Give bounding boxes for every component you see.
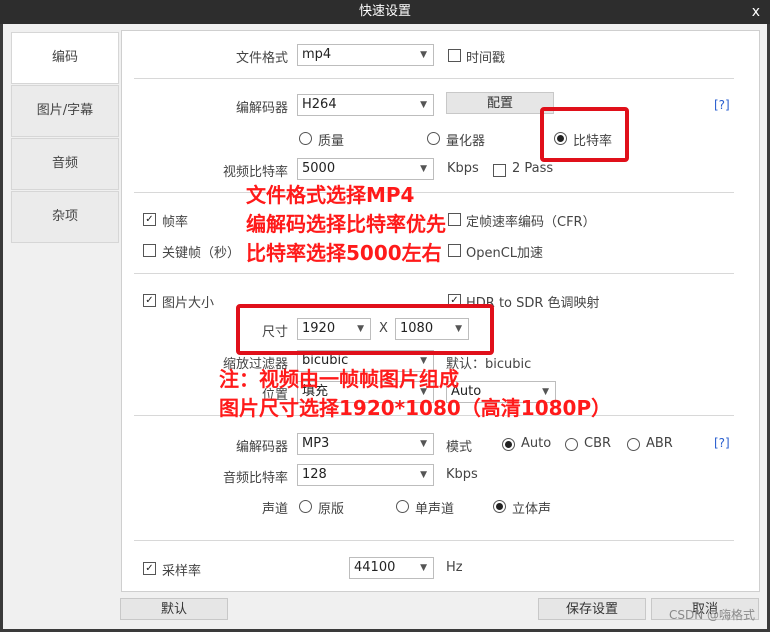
quantizer-radio[interactable] (427, 132, 440, 145)
chevron-down-icon: ▼ (420, 563, 427, 573)
default-button[interactable]: 默认 (120, 598, 228, 620)
picture-size-checkbox[interactable]: ✓ (143, 294, 156, 307)
sidebar-item-picture-subtitle[interactable]: 图片/字幕 (11, 85, 119, 137)
sidebar-item-audio[interactable]: 音频 (11, 138, 119, 190)
title-bar: 快速设置 x (0, 0, 770, 24)
audio-bitrate-label: 音频比特率 (222, 471, 288, 486)
samplerate-label: 采样率 (162, 564, 202, 579)
annotation-line-2: 编解码选择比特率优先 (246, 212, 446, 236)
format-label: 文件格式 (235, 51, 288, 66)
format-value: mp4 (302, 47, 332, 62)
annotation-line-5: 图片尺寸选择1920*1080（高清1080P） (219, 396, 612, 420)
opencl-checkbox[interactable] (448, 244, 461, 257)
annotation-line-3: 比特率选择5000左右 (246, 241, 442, 265)
video-bitrate-select[interactable]: 5000 ▼ (297, 158, 434, 180)
dialog-window: 快速设置 x 编码 图片/字幕 音频 杂项 文件格式 mp4 ▼ 时间戳 编解码器… (0, 0, 770, 632)
samplerate-unit: Hz (446, 560, 463, 575)
framerate-checkbox[interactable]: ✓ (143, 213, 156, 226)
channel-mono-radio[interactable] (396, 500, 409, 513)
close-icon[interactable]: x (752, 0, 760, 24)
sidebar-item-encode[interactable]: 编码 (11, 32, 119, 84)
keyframe-checkbox[interactable] (143, 244, 156, 257)
audio-codec-value: MP3 (302, 436, 330, 451)
audio-auto-label: Auto (521, 436, 552, 451)
chevron-down-icon: ▼ (420, 439, 427, 449)
window-title: 快速设置 (358, 4, 411, 19)
help-link[interactable]: [?] (714, 98, 730, 112)
framerate-label: 帧率 (162, 215, 189, 230)
channel-label: 声道 (261, 502, 288, 517)
channel-mono-label: 单声道 (415, 502, 455, 517)
sidebar: 编码 图片/字幕 音频 杂项 (11, 32, 119, 244)
video-bitrate-value: 5000 (302, 161, 336, 176)
audio-auto-radio[interactable] (502, 438, 515, 451)
twopass-label: 2 Pass (512, 161, 554, 176)
audio-codec-label: 编解码器 (235, 440, 288, 455)
chevron-down-icon: ▼ (420, 470, 427, 480)
quality-radio[interactable] (299, 132, 312, 145)
cfr-checkbox[interactable] (448, 213, 461, 226)
divider (134, 540, 734, 541)
divider (134, 192, 734, 193)
quantizer-label: 量化器 (446, 134, 486, 149)
audio-cbr-label: CBR (584, 436, 612, 451)
video-bitrate-unit: Kbps (447, 161, 479, 176)
config-button[interactable]: 配置 (446, 92, 554, 114)
opencl-label: OpenCL加速 (466, 246, 544, 261)
keyframe-label: 关键帧（秒） (162, 246, 241, 261)
timestamp-checkbox[interactable] (448, 49, 461, 62)
quality-label: 质量 (318, 134, 345, 149)
cfr-label: 定帧速率编码（CFR） (466, 215, 596, 230)
samplerate-checkbox[interactable]: ✓ (143, 562, 156, 575)
save-settings-button[interactable]: 保存设置 (538, 598, 646, 620)
audio-abr-label: ABR (646, 436, 673, 451)
channel-stereo-radio[interactable] (493, 500, 506, 513)
audio-mode-label: 模式 (446, 440, 473, 455)
codec-select[interactable]: H264 ▼ (297, 94, 434, 116)
video-bitrate-label: 视频比特率 (222, 165, 288, 180)
audio-bitrate-value: 128 (302, 467, 327, 482)
codec-value: H264 (302, 97, 337, 112)
audio-help-link[interactable]: [?] (714, 436, 730, 450)
chevron-down-icon: ▼ (420, 100, 427, 110)
channel-original-radio[interactable] (299, 500, 312, 513)
samplerate-select[interactable]: 44100 ▼ (349, 557, 434, 579)
size-highlight-box (236, 304, 494, 355)
audio-cbr-radio[interactable] (565, 438, 578, 451)
channel-original-label: 原版 (318, 502, 345, 517)
watermark: CSDN @嗨格式 (668, 608, 755, 622)
audio-abr-radio[interactable] (627, 438, 640, 451)
annotation-line-1: 文件格式选择MP4 (246, 183, 415, 207)
timestamp-label: 时间戳 (466, 51, 506, 66)
sidebar-item-misc[interactable]: 杂项 (11, 191, 119, 243)
chevron-down-icon: ▼ (420, 50, 427, 60)
format-select[interactable]: mp4 ▼ (297, 44, 434, 66)
audio-bitrate-unit: Kbps (446, 467, 478, 482)
bitrate-highlight-box (540, 107, 629, 162)
samplerate-value: 44100 (354, 560, 396, 575)
audio-bitrate-select[interactable]: 128 ▼ (297, 464, 434, 486)
chevron-down-icon: ▼ (420, 164, 427, 174)
picture-size-label: 图片大小 (162, 296, 215, 311)
twopass-checkbox[interactable] (493, 164, 506, 177)
audio-codec-select[interactable]: MP3 ▼ (297, 433, 434, 455)
channel-stereo-label: 立体声 (512, 502, 552, 517)
divider (134, 78, 734, 79)
divider (134, 273, 734, 274)
codec-label: 编解码器 (235, 101, 288, 116)
annotation-line-4: 注：视频由一帧帧图片组成 (219, 367, 459, 391)
